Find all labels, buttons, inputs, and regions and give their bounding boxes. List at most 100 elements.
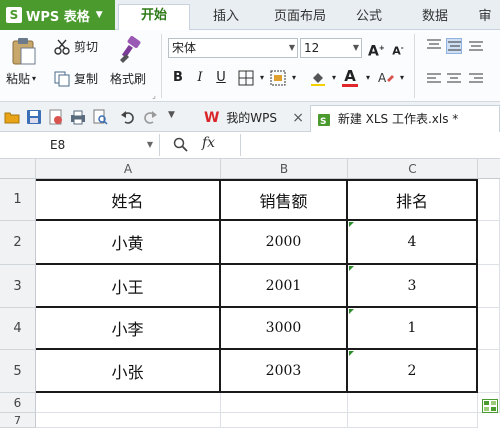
tab-insert[interactable]: 插入: [196, 6, 256, 30]
tab-review[interactable]: 审: [470, 6, 500, 30]
table-cell[interactable]: 2003: [221, 350, 348, 393]
increase-font-size-button[interactable]: A+: [368, 40, 385, 60]
table-cell[interactable]: 3000: [221, 308, 348, 350]
row-header-4[interactable]: 4: [0, 308, 36, 350]
close-icon[interactable]: ×: [292, 105, 304, 131]
paste-label-group[interactable]: 粘贴 ▾: [6, 70, 36, 87]
underline-button[interactable]: U: [213, 70, 229, 86]
table-cell[interactable]: 小黄: [36, 221, 221, 265]
empty-cell[interactable]: [221, 393, 348, 413]
copy-icon: [54, 71, 70, 86]
row-header-6[interactable]: 6: [0, 393, 36, 413]
empty-cell[interactable]: [36, 413, 221, 428]
undo-icon[interactable]: [120, 109, 136, 125]
empty-cell[interactable]: [348, 393, 478, 413]
wps-w-icon: W: [204, 110, 220, 126]
align-left-icon[interactable]: [426, 72, 442, 88]
table-cell[interactable]: 2: [348, 350, 478, 393]
chevron-down-icon[interactable]: ▾: [360, 70, 376, 86]
align-middle-icon[interactable]: [446, 38, 462, 54]
empty-cell[interactable]: [478, 350, 500, 393]
chevron-down-icon[interactable]: ▾: [326, 70, 342, 86]
copy-label: 复制: [74, 72, 99, 86]
empty-cell[interactable]: [478, 265, 500, 308]
row-header-5[interactable]: 5: [0, 350, 36, 393]
row-header-7[interactable]: 7: [0, 413, 36, 428]
table-header-cell[interactable]: 排名: [348, 179, 478, 221]
column-header-c[interactable]: C: [348, 159, 478, 179]
tab-formulas[interactable]: 公式: [344, 6, 394, 30]
cell-value: 3: [407, 277, 417, 294]
copy-button[interactable]: 复制: [54, 70, 98, 87]
open-folder-icon[interactable]: [4, 109, 20, 125]
empty-cell[interactable]: [221, 413, 348, 428]
font-color-icon[interactable]: A: [342, 68, 358, 87]
name-box[interactable]: E8 ▼: [0, 134, 160, 156]
align-bottom-icon[interactable]: [468, 38, 484, 54]
format-painter-button[interactable]: [118, 36, 144, 67]
merge-cells-icon[interactable]: [270, 70, 286, 86]
column-header-d[interactable]: [478, 159, 500, 179]
formula-bar: E8 ▼ fx: [0, 132, 500, 159]
paste-button[interactable]: [10, 36, 38, 69]
function-icon[interactable]: fx: [202, 135, 215, 151]
redo-icon[interactable]: [142, 109, 158, 125]
tab-data[interactable]: 数据: [410, 6, 460, 30]
font-size-select[interactable]: 12 ▼: [300, 38, 362, 58]
empty-cell[interactable]: [478, 308, 500, 350]
table-cell[interactable]: 2001: [221, 265, 348, 308]
save-icon[interactable]: [26, 109, 42, 125]
tab-home[interactable]: 开始: [118, 4, 190, 31]
table-cell[interactable]: 4: [348, 221, 478, 265]
font-name-select[interactable]: 宋体 ▼: [168, 38, 298, 58]
fill-color-icon[interactable]: [310, 70, 326, 86]
align-right-icon[interactable]: [468, 72, 484, 88]
sheet-view-icon[interactable]: [482, 399, 498, 413]
customize-quick-access-icon[interactable]: ▼: [168, 110, 175, 120]
table-cell[interactable]: 2000: [221, 221, 348, 265]
spreadsheet-grid: A B C 1 姓名 销售额 排名 2 小黄 2000 4 3 小王 2001 …: [0, 159, 500, 428]
table-header-cell[interactable]: 姓名: [36, 179, 221, 221]
app-menu-button[interactable]: S WPS 表格 ▼: [0, 0, 115, 30]
row-header-2[interactable]: 2: [0, 221, 36, 265]
italic-button[interactable]: I: [192, 70, 208, 86]
empty-cell[interactable]: [478, 221, 500, 265]
borders-icon[interactable]: [238, 70, 254, 86]
tab-page-layout[interactable]: 页面布局: [260, 6, 340, 30]
chevron-down-icon[interactable]: ▾: [254, 70, 270, 86]
table-cell[interactable]: 3: [348, 265, 478, 308]
table-header-cell[interactable]: 销售额: [221, 179, 348, 221]
row-header-1[interactable]: 1: [0, 179, 36, 221]
empty-cell[interactable]: [348, 413, 478, 428]
print-icon[interactable]: [70, 109, 86, 125]
bold-button[interactable]: B: [170, 70, 186, 86]
clipboard-icon: [12, 38, 36, 65]
clear-format-icon[interactable]: A: [378, 70, 394, 86]
column-header-b[interactable]: B: [221, 159, 348, 179]
row-header-3[interactable]: 3: [0, 265, 36, 308]
print-preview-icon[interactable]: [92, 109, 108, 125]
table-cell[interactable]: 小张: [36, 350, 221, 393]
select-all-corner[interactable]: [0, 159, 36, 179]
table-cell[interactable]: 小李: [36, 308, 221, 350]
divider: [161, 34, 162, 98]
divider: [414, 34, 415, 98]
doc-tab-active-workbook[interactable]: S 新建 XLS 工作表.xls *: [310, 105, 500, 132]
table-cell[interactable]: 小王: [36, 265, 221, 308]
chevron-down-icon[interactable]: ▾: [286, 70, 302, 86]
export-pdf-icon[interactable]: [48, 109, 64, 125]
decrease-font-size-button[interactable]: A-: [390, 40, 406, 58]
format-painter-label[interactable]: 格式刷: [110, 70, 146, 87]
doc-tab-my-wps[interactable]: W 我的WPS ×: [198, 105, 308, 132]
formula-input[interactable]: [240, 134, 500, 156]
doc-tab-label: 新建 XLS 工作表.xls *: [337, 112, 459, 126]
empty-cell[interactable]: [478, 179, 500, 221]
empty-cell[interactable]: [36, 393, 221, 413]
chevron-down-icon[interactable]: ▾: [394, 70, 410, 86]
align-top-icon[interactable]: [426, 38, 442, 54]
cut-button[interactable]: 剪切: [54, 38, 98, 55]
column-header-a[interactable]: A: [36, 159, 221, 179]
table-cell[interactable]: 1: [348, 308, 478, 350]
zoom-icon[interactable]: [173, 137, 189, 153]
align-center-icon[interactable]: [446, 72, 462, 88]
